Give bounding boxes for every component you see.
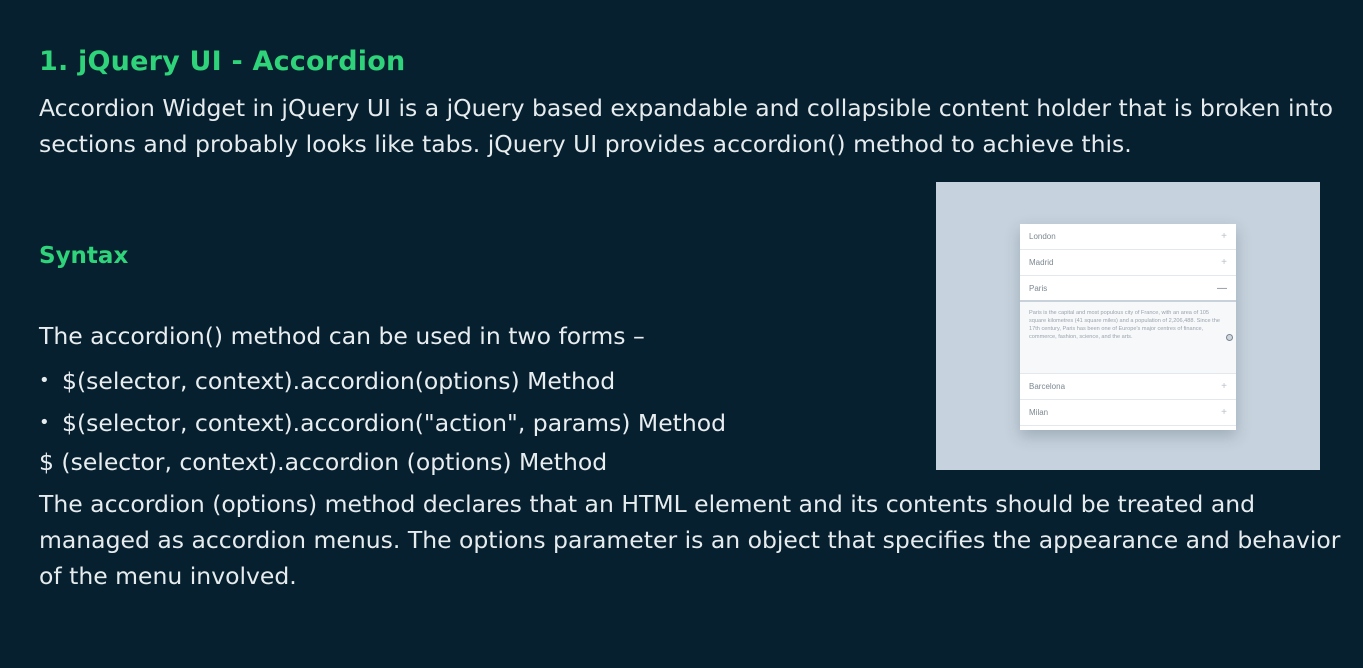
list-item: • $(selector, context).accordion("action…: [39, 402, 726, 444]
accordion-header-label: Madrid: [1029, 258, 1054, 267]
accordion-header-label: Barcelona: [1029, 382, 1066, 391]
cursor-icon: [1226, 334, 1233, 341]
accordion-panel-paris: Paris is the capital and most populous c…: [1020, 302, 1236, 374]
plus-icon: +: [1221, 257, 1227, 268]
plus-icon: +: [1221, 407, 1227, 418]
forms-lead-text: The accordion() method can be used in tw…: [39, 322, 645, 350]
accordion-header-barcelona: Barcelona +: [1020, 374, 1236, 400]
syntax-forms-list: • $(selector, context).accordion(options…: [39, 360, 726, 444]
method-heading: $ (selector, context).accordion (options…: [39, 448, 608, 476]
list-item-text: $(selector, context).accordion(options) …: [62, 367, 616, 395]
slide-title: 1. jQuery UI - Accordion: [39, 46, 406, 77]
plus-icon: +: [1221, 381, 1227, 392]
list-item-text: $(selector, context).accordion("action",…: [62, 409, 727, 437]
slide: 1. jQuery UI - Accordion Accordion Widge…: [0, 0, 1363, 668]
minus-icon: —: [1217, 282, 1227, 294]
accordion-header-paris: Paris —: [1020, 276, 1236, 302]
syntax-heading: Syntax: [39, 243, 129, 269]
accordion-header-label: London: [1029, 232, 1056, 241]
list-item: • $(selector, context).accordion(options…: [39, 360, 726, 402]
accordion-illustration: London + Madrid + Paris — Paris is the c…: [936, 182, 1320, 470]
plus-icon: +: [1221, 231, 1227, 242]
bullet-icon: •: [39, 412, 50, 433]
intro-paragraph: Accordion Widget in jQuery UI is a jQuer…: [39, 94, 1333, 158]
accordion-header-madrid: Madrid +: [1020, 250, 1236, 276]
accordion-header-label: Milan: [1029, 408, 1049, 417]
accordion-header-london: London +: [1020, 224, 1236, 250]
accordion-header-milan: Milan +: [1020, 400, 1236, 426]
accordion-card: London + Madrid + Paris — Paris is the c…: [1020, 224, 1236, 430]
bullet-icon: •: [39, 370, 50, 391]
accordion-header-label: Paris: [1029, 283, 1048, 293]
description-paragraph: The accordion (options) method declares …: [39, 490, 1341, 590]
